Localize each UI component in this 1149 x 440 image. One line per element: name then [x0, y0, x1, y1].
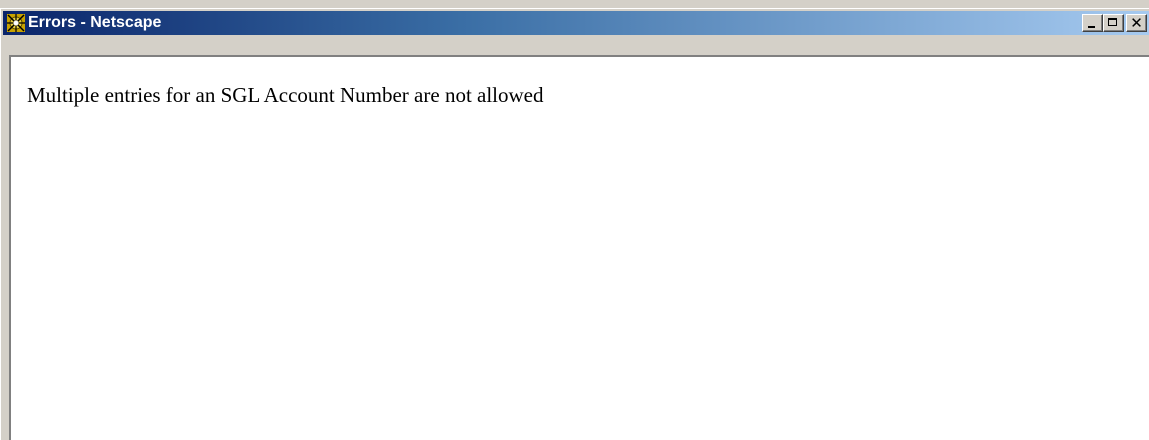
window-controls: ✕	[1082, 14, 1147, 32]
minimize-button[interactable]	[1082, 14, 1103, 32]
close-button[interactable]: ✕	[1126, 14, 1147, 32]
maximize-icon	[1108, 18, 1117, 26]
maximize-button[interactable]	[1103, 14, 1124, 32]
errors-window: Errors - Netscape ✕ Multiple entries for…	[0, 8, 1149, 440]
netscape-icon[interactable]	[7, 14, 25, 32]
window-title: Errors - Netscape	[28, 14, 162, 31]
error-message: Multiple entries for an SGL Account Numb…	[27, 83, 544, 107]
title-bar[interactable]: Errors - Netscape ✕	[3, 11, 1149, 35]
minimize-icon	[1088, 26, 1095, 28]
content-area: Multiple entries for an SGL Account Numb…	[9, 55, 1149, 440]
close-icon: ✕	[1130, 13, 1143, 32]
